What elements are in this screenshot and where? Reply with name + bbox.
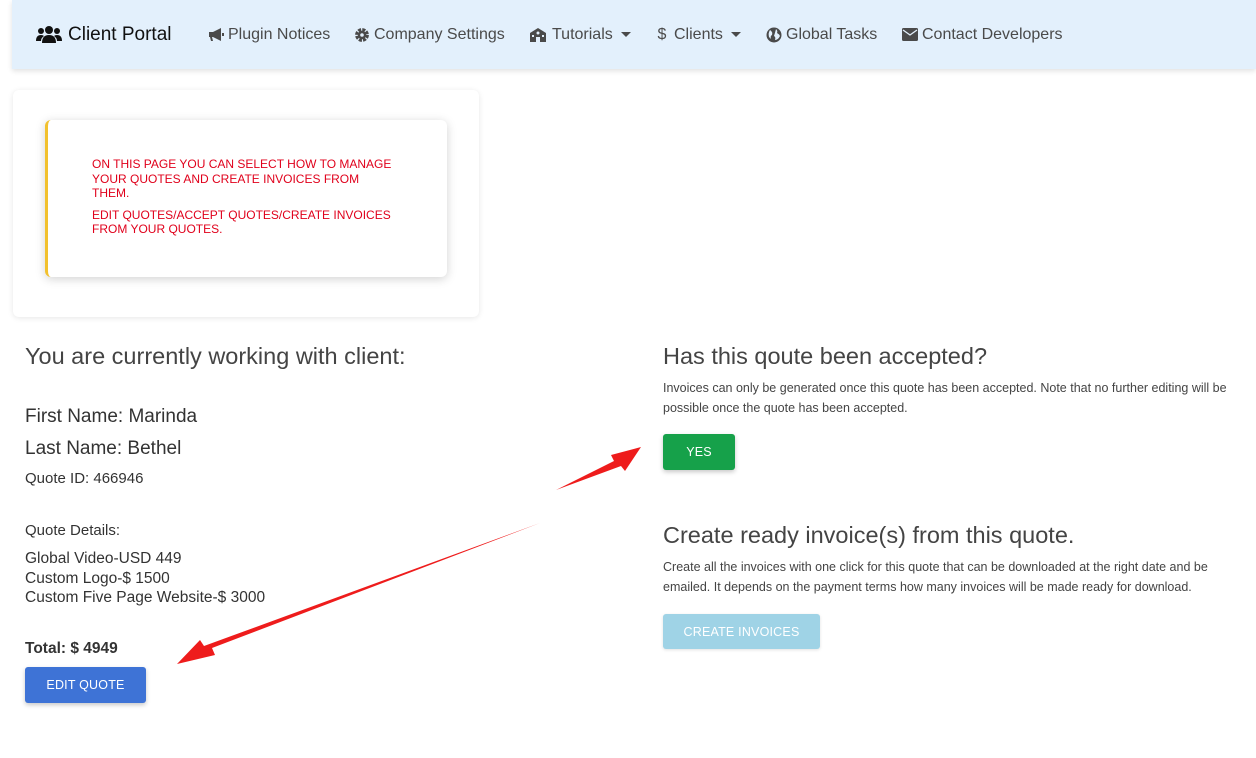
create-invoices-heading: Create ready invoice(s) from this quote. — [663, 522, 1075, 548]
quote-total: Total: $ 4949 — [25, 640, 118, 657]
school-icon — [526, 27, 550, 43]
globe-icon — [764, 27, 784, 43]
nav-clients-dropdown[interactable]: $ Clients — [654, 0, 741, 69]
envelope-icon — [900, 27, 920, 43]
accept-yes-button[interactable]: YES — [663, 434, 735, 470]
nav-contact-developers[interactable]: Contact Developers — [900, 0, 1063, 69]
accept-quote-heading: Has this qoute been accepted? — [663, 343, 988, 369]
quote-line-item: Custom Five Page Website-$ 3000 — [25, 589, 266, 606]
nav-label: Plugin Notices — [228, 25, 331, 43]
quote-details-label: Quote Details: — [25, 522, 121, 539]
notice-text-primary: ON THIS PAGE YOU CAN SELECT HOW TO MANAG… — [92, 157, 392, 200]
dollar-icon: $ — [657, 25, 667, 43]
nav-plugin-notices[interactable]: Plugin Notices — [206, 0, 330, 69]
annotation-arrow-to-yes — [556, 447, 641, 490]
notice-card: ON THIS PAGE YOU CAN SELECT HOW TO MANAG… — [13, 90, 479, 317]
megaphone-icon — [206, 27, 226, 43]
gear-icon — [352, 27, 372, 43]
nav-label: Clients — [674, 25, 723, 43]
nav-label: Global Tasks — [786, 25, 878, 43]
brand-label: Client Portal — [68, 23, 172, 45]
quote-line-item: Global Video-USD 449 — [25, 550, 182, 567]
nav-global-tasks[interactable]: Global Tasks — [764, 0, 877, 69]
nav-tutorials-dropdown[interactable]: Tutorials — [526, 0, 631, 69]
top-navbar: Client Portal Plugin Notices Company Set… — [12, 0, 1256, 69]
quote-details-list: Global Video-USD 449 Custom Logo-$ 1500 … — [25, 549, 265, 608]
client-last-name: Last Name: Bethel — [25, 438, 182, 459]
nav-label: Company Settings — [374, 25, 505, 43]
chevron-down-icon — [620, 32, 631, 37]
quote-id: Quote ID: 466946 — [25, 470, 144, 487]
client-first-name: First Name: Marinda — [25, 406, 198, 427]
create-invoices-button[interactable]: CREATE INVOICES — [663, 614, 820, 649]
edit-quote-button[interactable]: EDIT QUOTE — [25, 667, 146, 703]
create-invoices-description: Create all the invoices with one click f… — [663, 560, 1208, 594]
accept-quote-description: Invoices can only be generated once this… — [663, 381, 1227, 415]
client-section-heading: You are currently working with client: — [25, 343, 406, 369]
nav-label: Contact Developers — [922, 25, 1063, 43]
nav-company-settings[interactable]: Company Settings — [352, 0, 505, 69]
notice-text-secondary: EDIT QUOTES/ACCEPT QUOTES/CREATE INVOICE… — [92, 207, 391, 237]
quote-line-item: Custom Logo-$ 1500 — [25, 569, 170, 587]
nav-label: Tutorials — [552, 25, 613, 43]
notice-alert: ON THIS PAGE YOU CAN SELECT HOW TO MANAG… — [45, 120, 447, 277]
users-icon — [36, 25, 62, 45]
chevron-down-icon — [730, 32, 741, 37]
brand-link[interactable]: Client Portal — [36, 0, 172, 69]
